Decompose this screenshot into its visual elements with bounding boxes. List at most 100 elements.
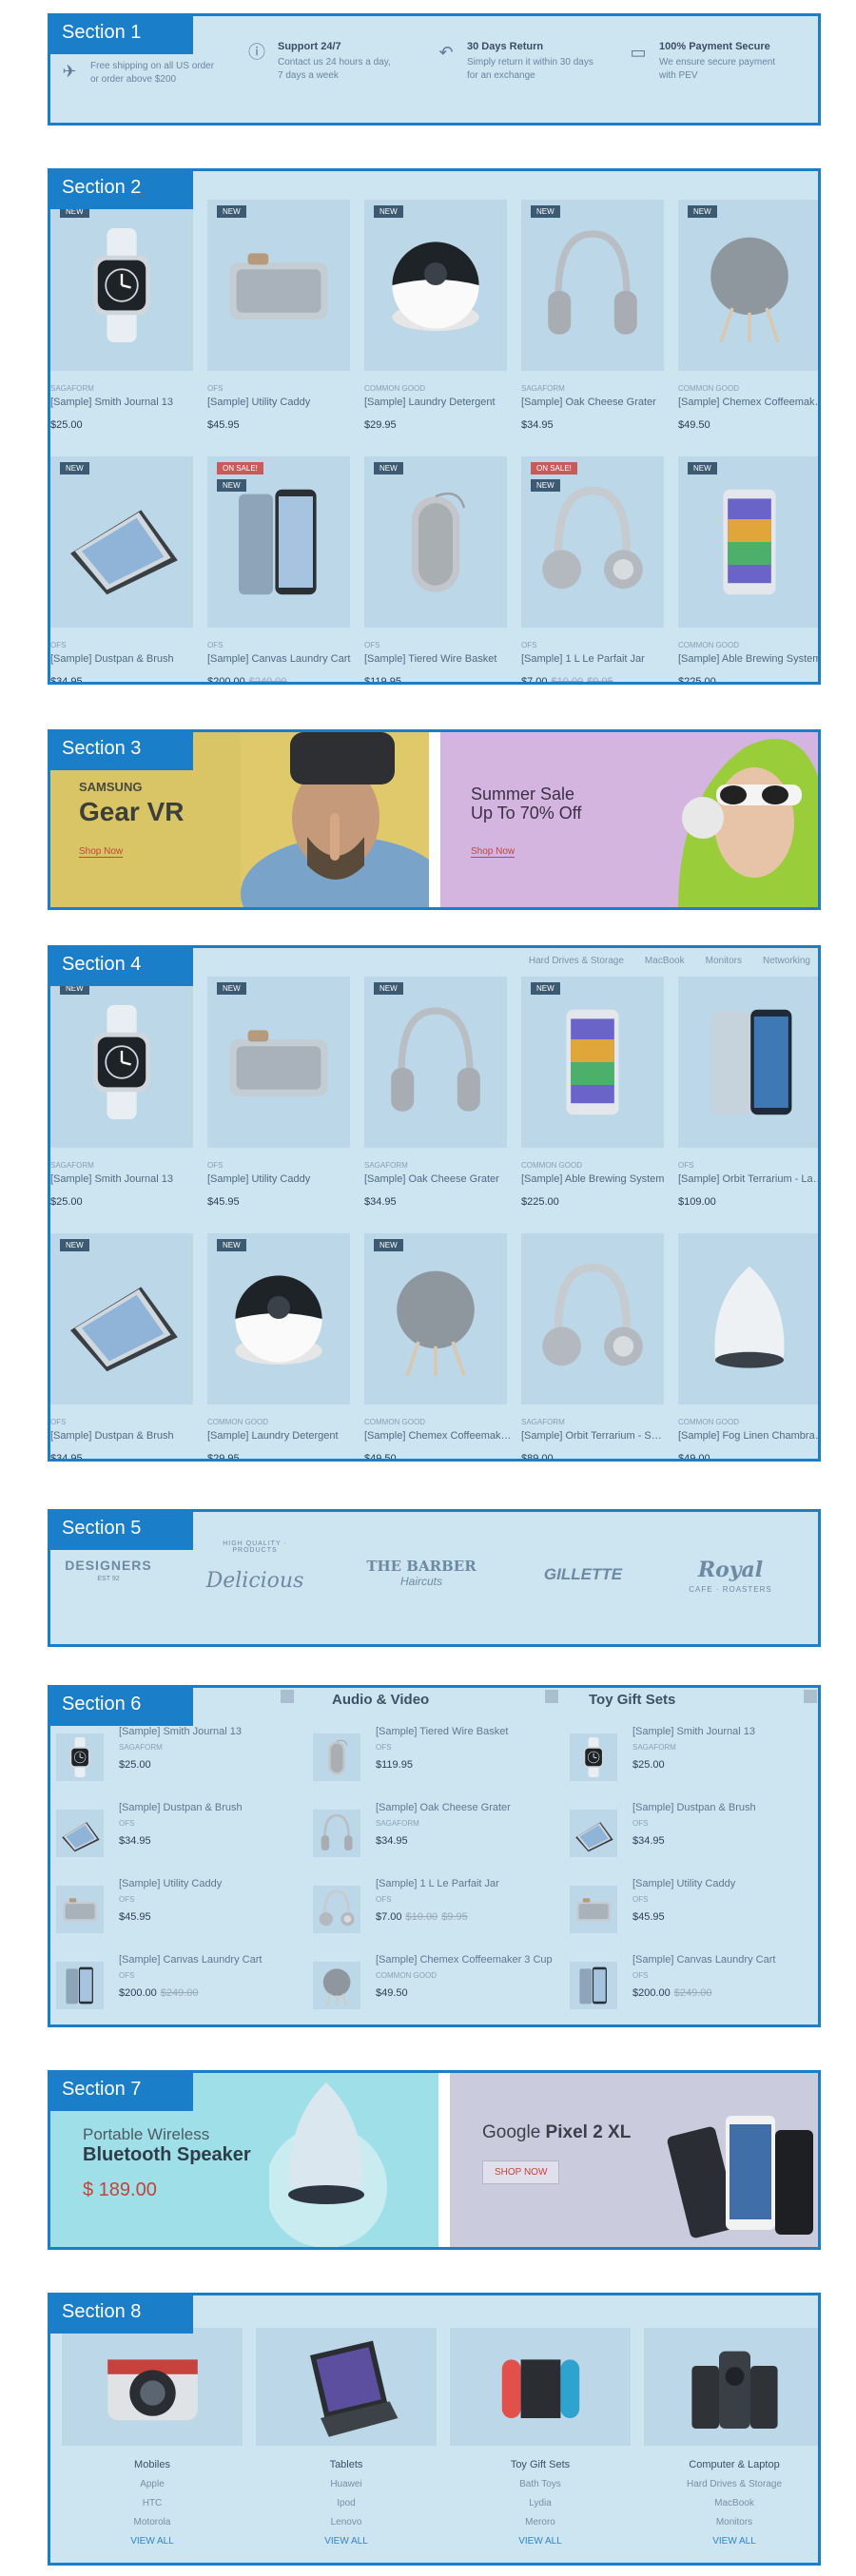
product-image[interactable]: NEW <box>207 1233 350 1404</box>
brand-delicious-logo[interactable]: HIGH QUALITY · PRODUCTS Delicious <box>203 1540 307 1593</box>
product-card[interactable]: NEW COMMON GOOD [Sample] Chemex Coffeema… <box>364 1233 512 1459</box>
pixel-banner[interactable]: Google Pixel 2 XL SHOP NOW <box>450 2073 818 2247</box>
category-image[interactable] <box>62 2328 243 2446</box>
product-image[interactable]: NEW <box>364 977 507 1148</box>
product-thumb[interactable] <box>313 1962 360 2009</box>
tab-macbook[interactable]: MacBook <box>645 956 685 966</box>
product-image[interactable]: ON SALE! NEW <box>521 456 664 628</box>
product-card[interactable]: ON SALE! NEW OFS [Sample] 1 L Le Parfait … <box>521 456 669 682</box>
view-all-link[interactable]: VIEW ALL <box>450 2536 631 2547</box>
mini-product[interactable]: [Sample] 1 L Le Parfait Jar OFS $7.00 $10… <box>313 1878 570 1954</box>
carousel-prev[interactable] <box>281 1690 294 1703</box>
product-image[interactable] <box>678 977 818 1148</box>
category-title[interactable]: Computer & Laptop <box>644 2459 818 2470</box>
product-card[interactable]: NEW OFS [Sample] Tiered Wire Basket $119… <box>364 456 512 682</box>
mini-product[interactable]: [Sample] Canvas Laundry Cart OFS $200.00… <box>570 1954 818 2024</box>
product-title[interactable]: [Sample] Chemex Coffeemaker 3 Cup <box>364 1430 512 1442</box>
product-title[interactable]: [Sample] Chemex Coffeemaker 3 Cup <box>678 397 818 408</box>
product-image[interactable]: NEW <box>50 1233 193 1404</box>
carousel-next[interactable] <box>545 1690 558 1703</box>
category-link[interactable]: Hard Drives & Storage <box>644 2479 818 2489</box>
mini-product[interactable]: [Sample] Oak Cheese Grater SAGAFORM $34.… <box>313 1802 570 1878</box>
product-title[interactable]: [Sample] Dustpan & Brush <box>50 1430 198 1442</box>
category-link[interactable]: Apple <box>62 2479 243 2489</box>
product-card[interactable]: NEW COMMON GOOD [Sample] Chemex Coffeema… <box>678 200 818 431</box>
category-link[interactable]: Motorola <box>62 2517 243 2528</box>
product-card[interactable]: OFS [Sample] Orbit Terrarium - Large $10… <box>678 977 818 1208</box>
product-title[interactable]: [Sample] Fog Linen Chambray Towel <box>678 1430 818 1442</box>
category-image[interactable] <box>256 2328 437 2446</box>
product-image[interactable]: NEW <box>364 1233 507 1404</box>
mini-product[interactable]: [Sample] Smith Journal 13 SAGAFORM $25.0… <box>570 1726 818 1802</box>
product-card[interactable]: NEW OFS [Sample] Utility Caddy $45.95 <box>207 977 355 1208</box>
product-title[interactable]: [Sample] Dustpan & Brush <box>50 653 198 665</box>
product-title[interactable]: [Sample] 1 L Le Parfait Jar <box>376 1878 499 1889</box>
product-title[interactable]: [Sample] Tiered Wire Basket <box>364 653 512 665</box>
category-link[interactable]: Lenovo <box>256 2517 437 2528</box>
tab-hard-drives[interactable]: Hard Drives & Storage <box>529 956 624 966</box>
view-all-link[interactable]: VIEW ALL <box>62 2536 243 2547</box>
product-card[interactable]: COMMON GOOD [Sample] Fog Linen Chambray … <box>678 1233 818 1459</box>
product-image[interactable]: ON SALE! NEW <box>207 456 350 628</box>
product-thumb[interactable] <box>570 1733 617 1781</box>
product-image[interactable]: NEW <box>50 977 193 1148</box>
mini-product[interactable]: [Sample] Dustpan & Brush OFS $34.95 <box>570 1802 818 1878</box>
product-image[interactable]: NEW <box>521 200 664 371</box>
category-title[interactable]: Tablets <box>256 2459 437 2470</box>
product-image[interactable]: NEW <box>521 977 664 1148</box>
product-image[interactable]: NEW <box>207 200 350 371</box>
product-title[interactable]: [Sample] Able Brewing System <box>678 653 818 665</box>
carousel-next[interactable] <box>804 1690 817 1703</box>
product-image[interactable] <box>678 1233 818 1404</box>
mini-product[interactable]: [Sample] Chemex Coffeemaker 3 Cup COMMON… <box>313 1954 570 2024</box>
product-image[interactable] <box>521 1233 664 1404</box>
mini-product[interactable]: [Sample] Canvas Laundry Cart OFS $200.00… <box>56 1954 313 2024</box>
brand-barber-logo[interactable]: THE BARBER Haircuts <box>364 1558 478 1588</box>
product-image[interactable]: NEW <box>678 456 818 628</box>
product-thumb[interactable] <box>56 1810 104 1857</box>
shop-now-button[interactable]: SHOP NOW <box>482 2160 560 2184</box>
product-title[interactable]: [Sample] 1 L Le Parfait Jar <box>521 653 669 665</box>
category-link[interactable]: Bath Toys <box>450 2479 631 2489</box>
brand-gillette-logo[interactable]: GILLETTE <box>526 1565 640 1584</box>
mini-product[interactable]: [Sample] Tiered Wire Basket OFS $119.95 <box>313 1726 570 1802</box>
product-title[interactable]: [Sample] Smith Journal 13 <box>50 397 198 408</box>
shop-now-link[interactable]: Shop Now <box>79 846 124 858</box>
category-title[interactable]: Mobiles <box>62 2459 243 2470</box>
brand-designers-logo[interactable]: DESIGNERS EST 92 <box>56 1558 161 1582</box>
product-thumb[interactable] <box>56 1962 104 2009</box>
product-card[interactable]: NEW SAGAFORM [Sample] Oak Cheese Grater … <box>364 977 512 1208</box>
product-image[interactable]: NEW <box>678 200 818 371</box>
mini-product[interactable]: [Sample] Utility Caddy OFS $45.95 <box>56 1878 313 1954</box>
product-card[interactable]: NEW COMMON GOOD [Sample] Able Brewing Sy… <box>521 977 669 1208</box>
category-link[interactable]: HTC <box>62 2498 243 2508</box>
brand-royal-logo[interactable]: Royal CAFE · ROASTERS <box>678 1546 783 1594</box>
product-card[interactable]: NEW OFS [Sample] Dustpan & Brush $34.95 <box>50 1233 198 1459</box>
product-title[interactable]: [Sample] Oak Cheese Grater <box>364 1173 512 1185</box>
product-image[interactable]: NEW <box>364 200 507 371</box>
product-title[interactable]: [Sample] Utility Caddy <box>207 397 355 408</box>
category-link[interactable]: Ipod <box>256 2498 437 2508</box>
product-thumb[interactable] <box>56 1733 104 1781</box>
product-image[interactable]: NEW <box>50 200 193 371</box>
product-card[interactable]: ON SALE! NEW OFS [Sample] Canvas Laundry … <box>207 456 355 682</box>
product-title[interactable]: [Sample] Utility Caddy <box>207 1173 355 1185</box>
product-title[interactable]: [Sample] Chemex Coffeemaker 3 Cup <box>376 1954 553 1966</box>
view-all-link[interactable]: VIEW ALL <box>256 2536 437 2547</box>
mini-product[interactable]: [Sample] Smith Journal 13 SAGAFORM $25.0… <box>56 1726 313 1802</box>
product-title[interactable]: [Sample] Laundry Detergent <box>364 397 512 408</box>
mini-product[interactable]: [Sample] Utility Caddy OFS $45.95 <box>570 1878 818 1954</box>
product-image[interactable]: NEW <box>364 456 507 628</box>
product-title[interactable]: [Sample] Smith Journal 13 <box>119 1726 242 1737</box>
product-thumb[interactable] <box>313 1886 360 1933</box>
category-link[interactable]: MacBook <box>644 2498 818 2508</box>
product-title[interactable]: [Sample] Tiered Wire Basket <box>376 1726 508 1737</box>
product-title[interactable]: [Sample] Oak Cheese Grater <box>376 1802 511 1813</box>
view-all-link[interactable]: VIEW ALL <box>644 2536 818 2547</box>
summer-sale-banner[interactable]: Summer Sale Up To 70% Off Shop Now <box>440 732 818 907</box>
product-title[interactable]: [Sample] Able Brewing System <box>521 1173 669 1185</box>
product-thumb[interactable] <box>56 1886 104 1933</box>
product-thumb[interactable] <box>570 1886 617 1933</box>
product-card[interactable]: SAGAFORM [Sample] Orbit Terrarium - Smal… <box>521 1233 669 1459</box>
product-title[interactable]: [Sample] Canvas Laundry Cart <box>632 1954 775 1966</box>
